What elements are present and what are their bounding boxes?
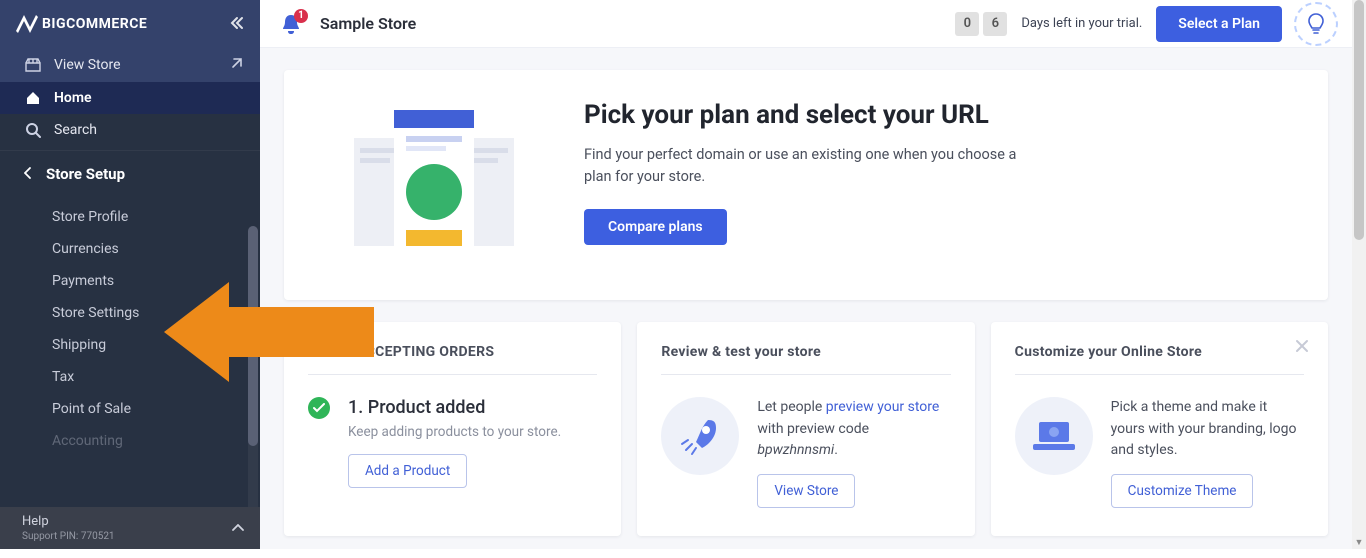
sidebar-item-search[interactable]: Search — [0, 114, 260, 150]
nav-label: View Store — [54, 57, 121, 73]
customize-theme-button[interactable]: Customize Theme — [1111, 474, 1254, 508]
card-title: Review & test your store — [661, 344, 950, 375]
home-icon — [24, 90, 42, 106]
external-link-icon — [230, 56, 244, 74]
sidebar-header: BIGCOMMERCE — [0, 0, 260, 48]
subnav-accounting[interactable]: Accounting — [0, 425, 260, 457]
page-scrollbar[interactable]: ▲ ▼ — [1352, 0, 1366, 549]
step-title: 1. Product added — [348, 397, 561, 418]
card-title: Customize your Online Store — [1015, 344, 1304, 375]
add-product-button[interactable]: Add a Product — [348, 454, 467, 488]
scrollbar-thumb[interactable] — [1354, 0, 1364, 240]
trial-text: Days left in your trial. — [1021, 16, 1142, 31]
content: Pick your plan and select your URL Find … — [260, 48, 1352, 558]
notifications-button[interactable]: 1 — [276, 13, 306, 35]
subnav-store-profile[interactable]: Store Profile — [0, 201, 260, 233]
preview-store-link[interactable]: preview your store — [826, 399, 940, 415]
chevron-double-left-icon — [230, 16, 244, 30]
view-store-button[interactable]: View Store — [757, 474, 855, 508]
help-bar[interactable]: Help Support PIN: 770521 — [0, 507, 260, 549]
topbar: 1 Sample Store 0 6 Days left in your tri… — [260, 0, 1352, 48]
select-plan-button[interactable]: Select a Plan — [1156, 6, 1282, 42]
card-review-test-store: Review & test your store Let people prev… — [637, 322, 974, 536]
sidebar-scroll-area: View Store Home Search Store Setup — [0, 48, 260, 507]
section-label: Store Setup — [46, 165, 125, 183]
notification-badge: 1 — [294, 9, 308, 23]
subnav-point-of-sale[interactable]: Point of Sale — [0, 393, 260, 425]
topbar-right: 0 6 Days left in your trial. Select a Pl… — [955, 4, 1336, 44]
search-icon — [24, 122, 42, 138]
chevron-left-icon — [24, 165, 38, 183]
hero-illustration — [324, 100, 544, 270]
sidebar-subnav: Store Profile Currencies Payments Store … — [0, 197, 260, 457]
subnav-currencies[interactable]: Currencies — [0, 233, 260, 265]
card-body-text: Let people preview your store with previ… — [757, 397, 950, 462]
card-customize-store: Customize your Online Store Pick a theme… — [991, 322, 1328, 536]
sidebar-inner-scrollbar[interactable] — [248, 226, 258, 546]
close-card-button[interactable] — [1294, 338, 1310, 358]
hero-title: Pick your plan and select your URL — [584, 100, 1044, 130]
hero-text: Pick your plan and select your URL Find … — [584, 100, 1044, 270]
check-icon — [308, 397, 330, 419]
store-name: Sample Store — [320, 14, 416, 33]
lightbulb-icon — [1306, 12, 1326, 36]
subnav-payments[interactable]: Payments — [0, 265, 260, 297]
nav-label: Search — [54, 122, 97, 138]
sidebar-section-store-setup[interactable]: Store Setup — [0, 150, 260, 197]
step-subtitle: Keep adding products to your store. — [348, 424, 561, 440]
tips-button[interactable] — [1296, 4, 1336, 44]
scroll-down-arrow-icon[interactable]: ▼ — [1352, 535, 1366, 549]
chevron-up-icon — [232, 521, 244, 536]
sidebar-item-view-store[interactable]: View Store — [0, 48, 260, 82]
close-icon — [1294, 338, 1310, 354]
nav-label: Home — [54, 90, 92, 106]
hero-card: Pick your plan and select your URL Find … — [284, 70, 1328, 300]
rocket-icon — [661, 397, 739, 475]
laptop-icon — [1015, 397, 1093, 475]
help-label: Help — [22, 514, 115, 529]
sidebar-collapse-button[interactable] — [230, 15, 244, 34]
subnav-store-settings[interactable]: Store Settings — [0, 297, 260, 329]
brand-text: BIGCOMMERCE — [42, 16, 147, 32]
card-start-accepting-orders: START ACCEPTING ORDERS 1. Product added … — [284, 322, 621, 536]
sidebar-item-home[interactable]: Home — [0, 82, 260, 114]
compare-plans-button[interactable]: Compare plans — [584, 209, 727, 245]
subnav-tax[interactable]: Tax — [0, 361, 260, 393]
sidebar: BIGCOMMERCE View Store Home — [0, 0, 260, 549]
help-sub-label: Support PIN: 770521 — [22, 531, 115, 542]
hero-body: Find your perfect domain or use an exist… — [584, 144, 1044, 189]
brand-logo-icon — [16, 15, 38, 33]
subnav-shipping[interactable]: Shipping — [0, 329, 260, 361]
storefront-icon — [24, 58, 42, 72]
card-body-text: Pick a theme and make it yours with your… — [1111, 397, 1304, 462]
trial-days-digit-2: 6 — [983, 12, 1007, 36]
card-row: START ACCEPTING ORDERS 1. Product added … — [284, 322, 1328, 536]
card-title: START ACCEPTING ORDERS — [308, 344, 597, 375]
main-area: 1 Sample Store 0 6 Days left in your tri… — [260, 0, 1352, 549]
trial-days-digit-1: 0 — [955, 12, 979, 36]
brand-logo: BIGCOMMERCE — [16, 15, 147, 33]
